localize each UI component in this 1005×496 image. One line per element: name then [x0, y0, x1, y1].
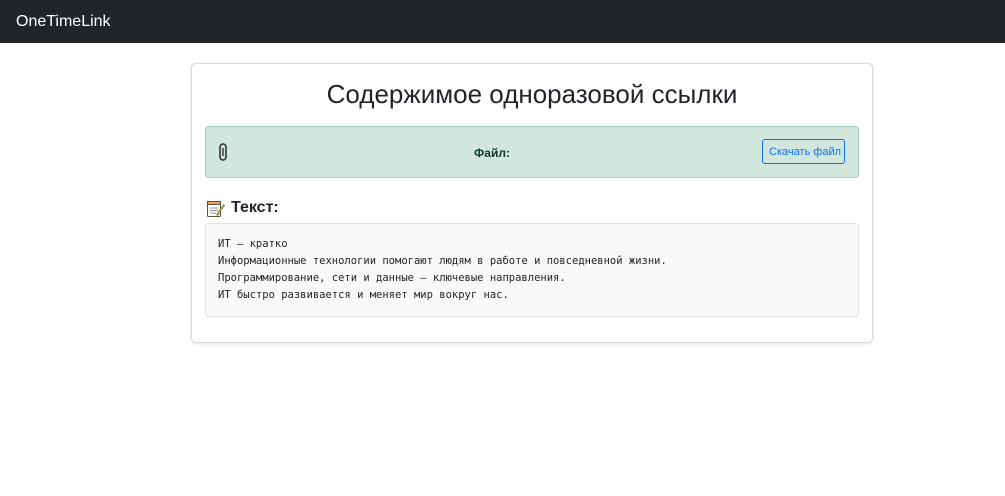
text-heading: Текст: [206, 197, 279, 219]
text-content-box: ИТ – кратко Информационные технологии по… [205, 223, 859, 317]
text-line: ИТ – кратко [218, 238, 288, 250]
file-label: Файл: [474, 146, 510, 160]
download-file-button[interactable]: Скачать файл [762, 139, 845, 164]
navbar: OneTimeLink [0, 0, 1005, 43]
file-alert: Файл: Скачать файл [205, 126, 859, 178]
content-card: Содержимое одноразовой ссылки Файл: Скач… [191, 63, 873, 343]
memo-icon [207, 200, 225, 217]
text-line: ИТ быстро развивается и меняет мир вокру… [218, 289, 509, 301]
text-line: Информационные технологии помогают людям… [218, 255, 667, 267]
text-line: Программирование, сети и данные — ключев… [218, 272, 566, 284]
page-title: Содержимое одноразовой ссылки [326, 79, 738, 109]
text-heading-label: Текст: [231, 199, 279, 216]
brand-link[interactable]: OneTimeLink [16, 12, 111, 32]
